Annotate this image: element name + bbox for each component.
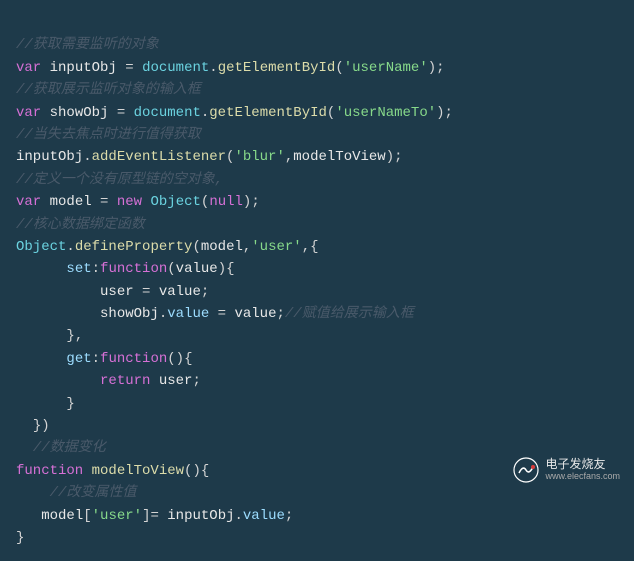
null-literal: null (209, 194, 243, 210)
addEventListener-call: addEventListener (92, 149, 226, 165)
keyword-var: var (16, 194, 41, 210)
string-blur: 'blur' (234, 149, 284, 165)
value-ref: value (159, 284, 201, 300)
inputObj-ref: inputObj (16, 149, 83, 165)
var-inputObj: inputObj (50, 60, 117, 76)
value-prop: value (243, 508, 285, 524)
value-ref: value (234, 306, 276, 322)
getElementById-call: getElementById (218, 60, 336, 76)
keyword-var: var (16, 60, 41, 76)
comment-line: //核心数据绑定函数 (16, 217, 145, 233)
var-model: model (50, 194, 92, 210)
comment-line: //改变属性值 (50, 485, 137, 501)
keyword-function: function (16, 463, 83, 479)
watermark: 电子发烧友 www.elecfans.com (513, 457, 620, 483)
string-user: 'user' (251, 239, 301, 255)
comment-line: //当失去焦点时进行值得获取 (16, 127, 201, 143)
string-userNameTo: 'userNameTo' (335, 105, 436, 121)
value-prop: value (167, 306, 209, 322)
comment-line: //获取需要监听的对象 (16, 37, 159, 53)
keyword-function: function (100, 351, 167, 367)
comment-inline: //赋值给展示输入框 (285, 306, 414, 322)
model-ref: model (41, 508, 83, 524)
modelToView-def: modelToView (92, 463, 184, 479)
Object-ref: Object (150, 194, 200, 210)
Object-ref: Object (16, 239, 66, 255)
param-value: value (176, 261, 218, 277)
keyword-return: return (100, 373, 150, 389)
keyword-var: var (16, 105, 41, 121)
var-showObj: showObj (50, 105, 109, 121)
inputObj-ref: inputObj (167, 508, 234, 524)
user-ref: user (159, 373, 193, 389)
comment-line: //数据变化 (33, 440, 106, 456)
watermark-url: www.elecfans.com (545, 472, 620, 482)
comment-line: //获取展示监听对象的输入框 (16, 82, 201, 98)
user-ref: user (100, 284, 134, 300)
model-ref: model (201, 239, 243, 255)
string-user: 'user' (92, 508, 142, 524)
keyword-function: function (100, 261, 167, 277)
elecfans-logo-icon (513, 457, 539, 483)
get-key: get (66, 351, 91, 367)
set-key: set (66, 261, 91, 277)
string-userName: 'userName' (344, 60, 428, 76)
document-ref: document (142, 60, 209, 76)
showObj-ref: showObj (100, 306, 159, 322)
keyword-new: new (117, 194, 142, 210)
comment-line: //定义一个没有原型链的空对象, (16, 172, 223, 188)
document-ref: document (134, 105, 201, 121)
watermark-text: 电子发烧友 www.elecfans.com (545, 458, 620, 481)
defineProperty-call: defineProperty (75, 239, 193, 255)
modelToView-ref: modelToView (293, 149, 385, 165)
getElementById-call: getElementById (209, 105, 327, 121)
watermark-title: 电子发烧友 (545, 458, 620, 471)
